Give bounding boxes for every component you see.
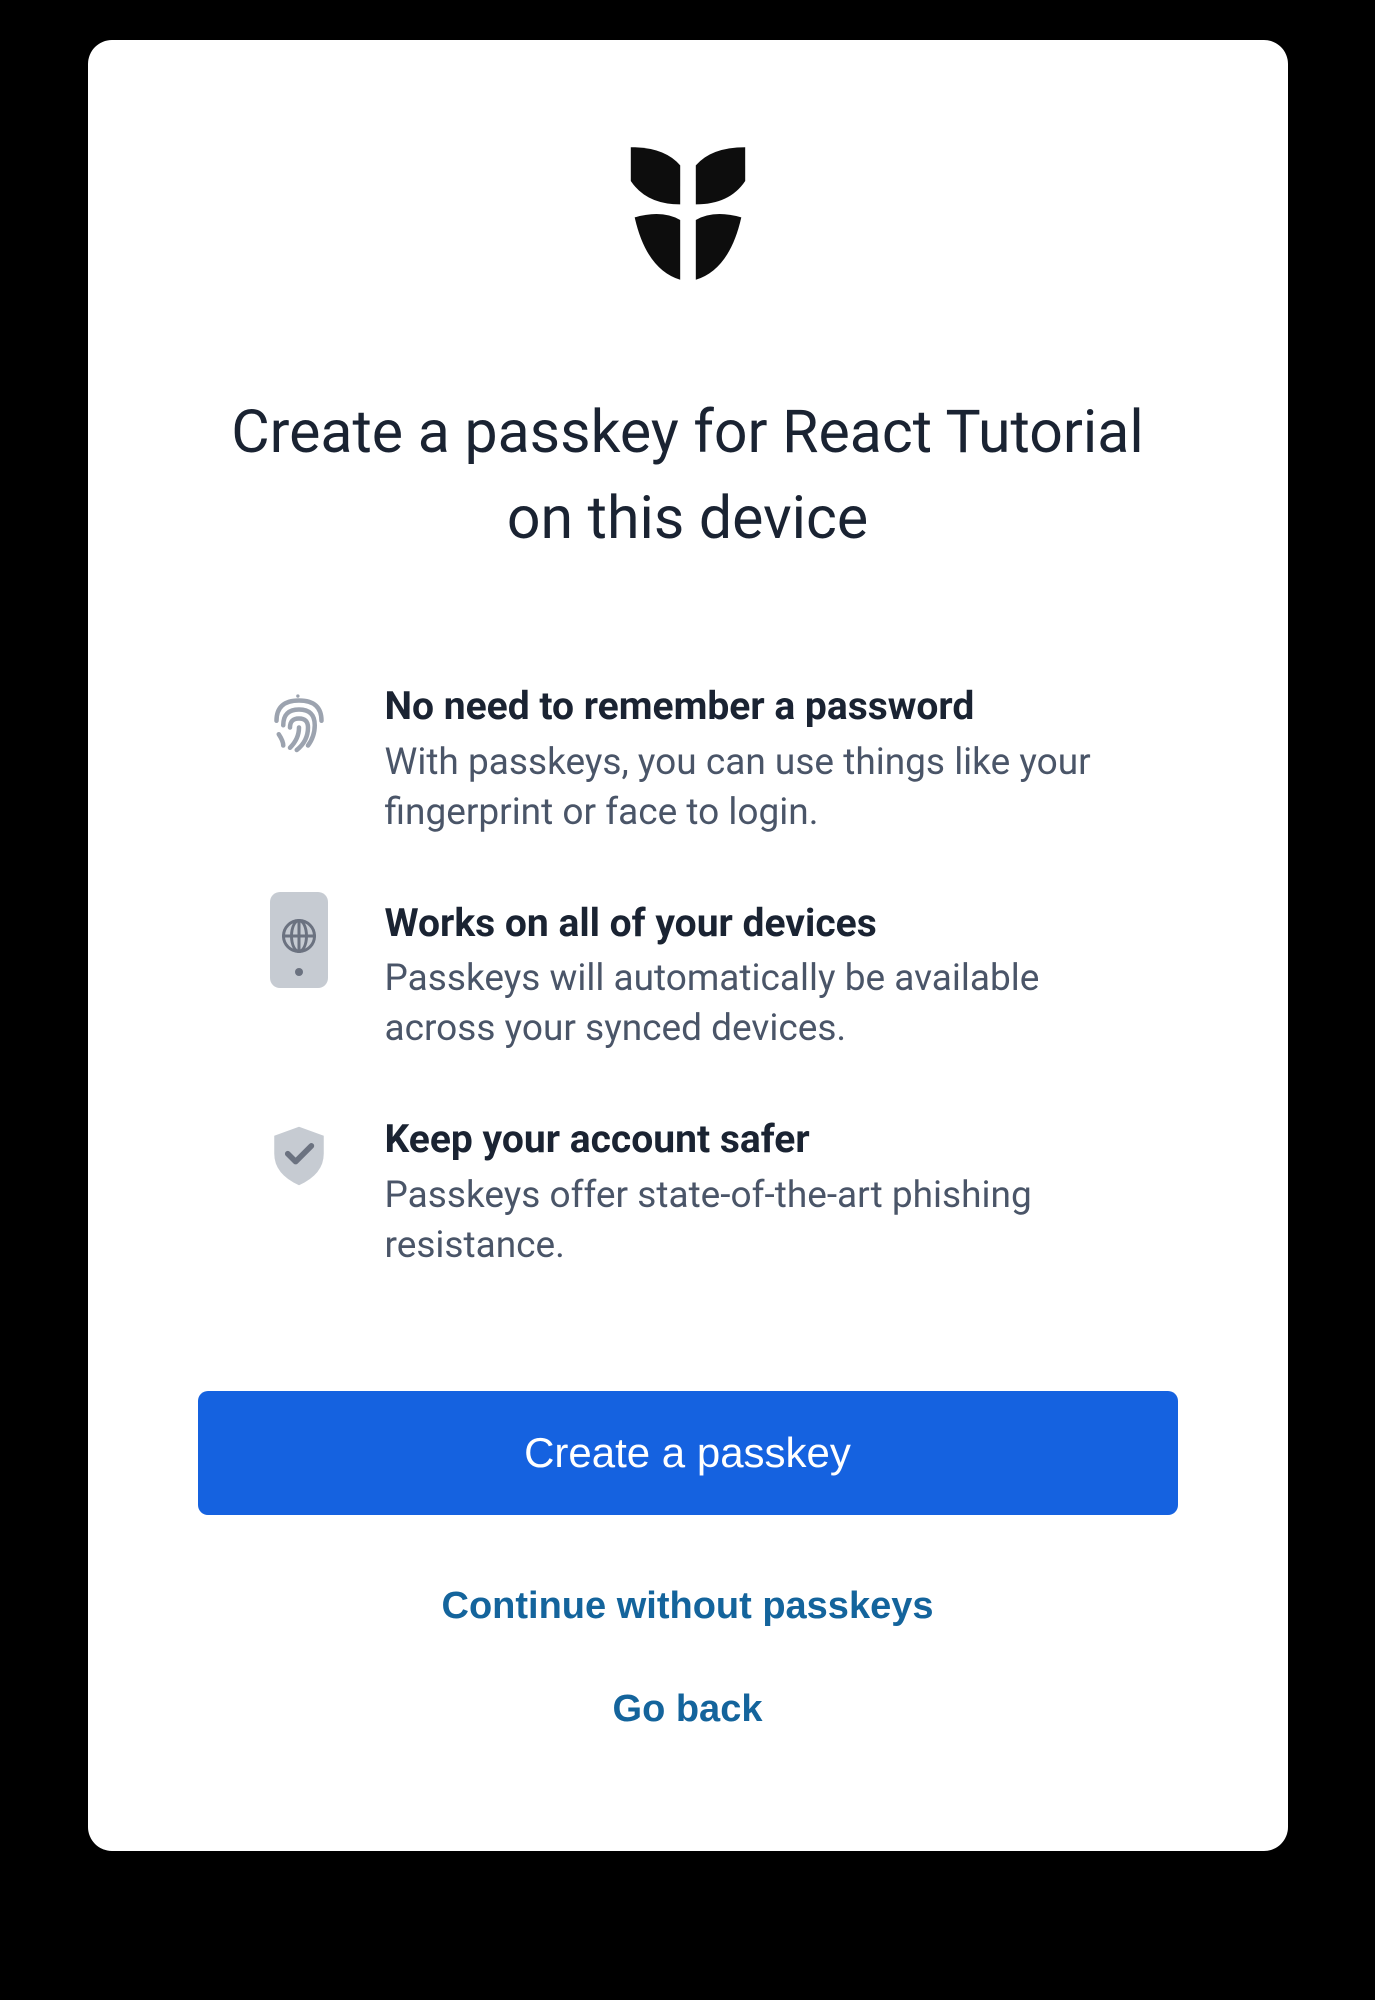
benefit-title: Keep your account safer (385, 1114, 1158, 1165)
benefit-text: Works on all of your devices Passkeys wi… (385, 898, 1158, 1055)
benefit-item: Works on all of your devices Passkeys wi… (263, 898, 1158, 1055)
continue-without-passkeys-link[interactable]: Continue without passkeys (198, 1585, 1178, 1628)
benefit-item: Keep your account safer Passkeys offer s… (263, 1114, 1158, 1271)
shield-check-icon (263, 1120, 335, 1192)
benefit-description: With passkeys, you can use things like y… (385, 738, 1158, 838)
passkey-card: Create a passkey for React Tutorial on t… (88, 40, 1288, 1851)
fingerprint-icon (263, 687, 335, 759)
page-title: Create a passkey for React Tutorial on t… (198, 390, 1178, 561)
benefits-list: No need to remember a password With pass… (198, 681, 1178, 1271)
shield-logo-icon (198, 140, 1178, 300)
benefit-title: Works on all of your devices (385, 898, 1158, 949)
benefit-description: Passkeys will automatically be available… (385, 954, 1158, 1054)
go-back-link[interactable]: Go back (198, 1688, 1178, 1731)
benefit-description: Passkeys offer state-of-the-art phishing… (385, 1171, 1158, 1271)
create-passkey-button[interactable]: Create a passkey (198, 1391, 1178, 1515)
benefit-item: No need to remember a password With pass… (263, 681, 1158, 838)
benefit-title: No need to remember a password (385, 681, 1158, 732)
benefit-text: No need to remember a password With pass… (385, 681, 1158, 838)
benefit-text: Keep your account safer Passkeys offer s… (385, 1114, 1158, 1271)
device-icon (263, 904, 335, 976)
